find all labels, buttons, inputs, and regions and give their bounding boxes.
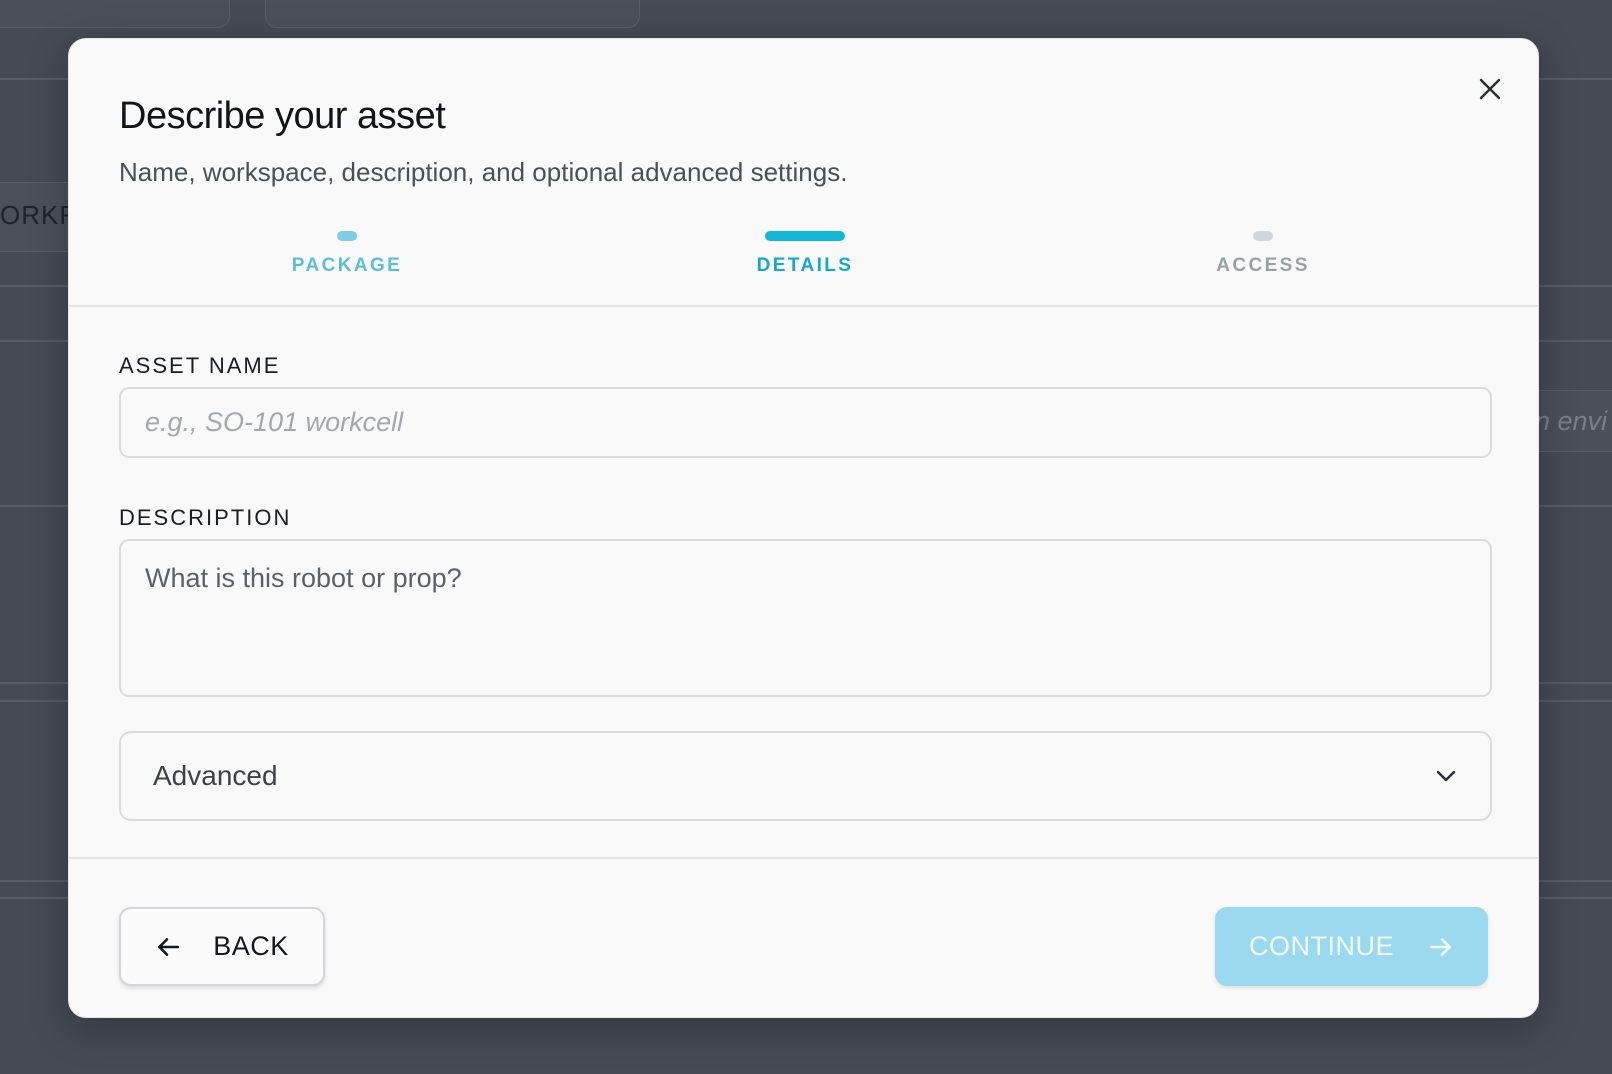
arrow-left-icon [158,937,180,956]
step-label: ACCESS [1216,255,1310,276]
description-textarea[interactable] [119,539,1492,697]
description-label: DESCRIPTION [119,505,292,530]
arrow-right-icon [1429,937,1451,956]
step-label: DETAILS [756,255,854,276]
step-package[interactable]: PACKAGE [197,227,497,277]
close-icon [1479,78,1501,100]
step-indicator [765,231,845,241]
step-label: PACKAGE [291,255,403,276]
back-button-label: BACK [213,931,289,961]
describe-asset-dialog: Describe your asset Name, workspace, des… [68,38,1539,1018]
background-chip [265,0,640,28]
header-divider [69,305,1538,307]
step-details[interactable]: DETAILS [655,227,955,277]
step-indicator [1253,231,1273,241]
advanced-section-toggle[interactable]: Advanced [119,731,1492,821]
chevron-down-icon [1436,770,1456,782]
dialog-subtitle: Name, workspace, description, and option… [119,157,848,187]
continue-button[interactable]: CONTINUE [1215,907,1488,986]
stepper: PACKAGE DETAILS ACCESS [119,227,1488,287]
dialog-title: Describe your asset [119,95,446,137]
continue-button-label: CONTINUE [1249,931,1394,961]
asset-name-label: ASSET NAME [119,353,281,378]
step-indicator [337,231,357,241]
close-button[interactable] [1472,71,1508,107]
step-access[interactable]: ACCESS [1113,227,1413,277]
background-tab-label: ORKF [0,200,77,230]
footer-divider [69,857,1538,859]
back-button[interactable]: BACK [119,907,325,986]
background-chip [0,0,230,28]
background-input-text: n envi [1535,406,1608,436]
asset-name-input[interactable] [119,387,1492,458]
advanced-label: Advanced [153,760,278,791]
